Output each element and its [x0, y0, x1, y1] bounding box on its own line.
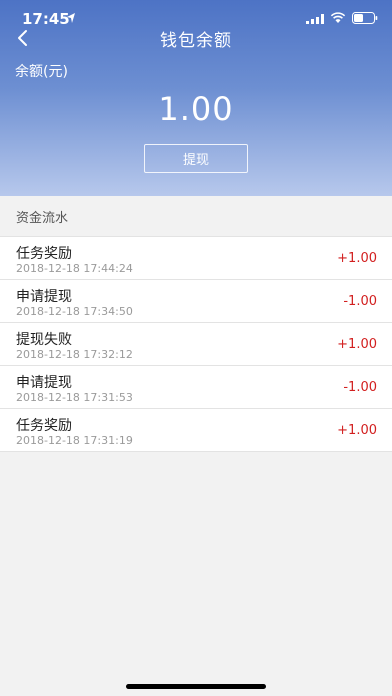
- location-arrow-icon: [67, 13, 75, 23]
- withdraw-button[interactable]: 提现: [144, 144, 248, 173]
- transaction-title: 任务奖励: [16, 418, 72, 434]
- transaction-time: 2018-12-18 17:34:50: [16, 305, 133, 318]
- transaction-title: 申请提现: [16, 375, 72, 391]
- transaction-amount: -1.00: [343, 294, 377, 309]
- transaction-amount: +1.00: [337, 251, 377, 266]
- transaction-time: 2018-12-18 17:44:24: [16, 262, 133, 275]
- wallet-header: 17:45 钱包余额 余额(元) 1.00 提现: [0, 0, 392, 196]
- list-item[interactable]: 提现失败 2018-12-18 17:32:12 +1.00: [0, 323, 392, 366]
- transaction-amount: -1.00: [343, 380, 377, 395]
- transaction-list: 任务奖励 2018-12-18 17:44:24 +1.00 申请提现 2018…: [0, 236, 392, 452]
- list-item[interactable]: 任务奖励 2018-12-18 17:44:24 +1.00: [0, 237, 392, 280]
- transaction-title: 申请提现: [16, 289, 72, 305]
- balance-amount: 1.00: [158, 90, 234, 128]
- balance-label: 余额(元): [15, 64, 68, 80]
- transaction-time: 2018-12-18 17:31:53: [16, 391, 133, 404]
- list-item[interactable]: 申请提现 2018-12-18 17:31:53 -1.00: [0, 366, 392, 409]
- transaction-title: 任务奖励: [16, 246, 72, 262]
- transaction-title: 提现失败: [16, 332, 72, 348]
- list-item[interactable]: 任务奖励 2018-12-18 17:31:19 +1.00: [0, 409, 392, 452]
- wifi-icon: [330, 12, 346, 23]
- list-item[interactable]: 申请提现 2018-12-18 17:34:50 -1.00: [0, 280, 392, 323]
- transaction-time: 2018-12-18 17:32:12: [16, 348, 133, 361]
- battery-icon: [352, 12, 378, 24]
- transaction-time: 2018-12-18 17:31:19: [16, 434, 133, 447]
- page-title: 钱包余额: [160, 31, 232, 51]
- transaction-amount: +1.00: [337, 337, 377, 352]
- section-title-funds-flow: 资金流水: [16, 211, 69, 226]
- home-indicator[interactable]: [126, 684, 266, 689]
- transaction-amount: +1.00: [337, 423, 377, 438]
- signal-icon: [306, 14, 324, 24]
